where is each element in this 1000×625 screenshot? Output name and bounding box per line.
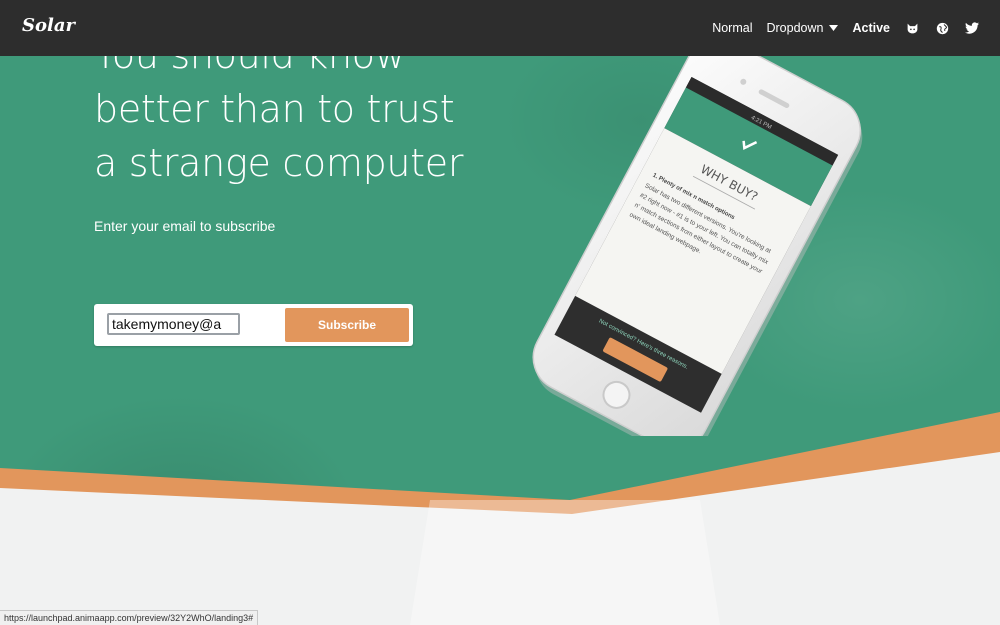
globe-icon[interactable]	[934, 20, 950, 36]
nav-link-active[interactable]: Active	[852, 21, 890, 35]
navbar: Solar Normal Dropdown Active	[0, 0, 1000, 56]
caret-down-icon	[829, 25, 839, 31]
nav-link-dropdown[interactable]: Dropdown	[766, 21, 839, 35]
email-input[interactable]	[107, 313, 240, 335]
subscribe-form: Subscribe	[94, 304, 413, 346]
subscribe-button[interactable]: Subscribe	[285, 308, 409, 342]
nav-menu: Normal Dropdown Active	[712, 0, 980, 56]
nav-link-dropdown-label: Dropdown	[766, 21, 824, 35]
twitter-icon[interactable]	[964, 20, 980, 36]
brand-logo[interactable]: Solar	[22, 15, 75, 36]
browser-status-bar: https://launchpad.animaapp.com/preview/3…	[0, 610, 259, 625]
github-icon[interactable]	[904, 20, 920, 36]
nav-link-normal[interactable]: Normal	[712, 21, 752, 35]
headline-line: a strange computer	[94, 141, 464, 185]
headline-line: better than to trust	[94, 87, 455, 131]
phone-mockup: 4:21 PM WHY BUY? 1. Plenty of mix n matc…	[532, 56, 863, 436]
hero-subtitle: Enter your email to subscribe	[94, 218, 276, 234]
